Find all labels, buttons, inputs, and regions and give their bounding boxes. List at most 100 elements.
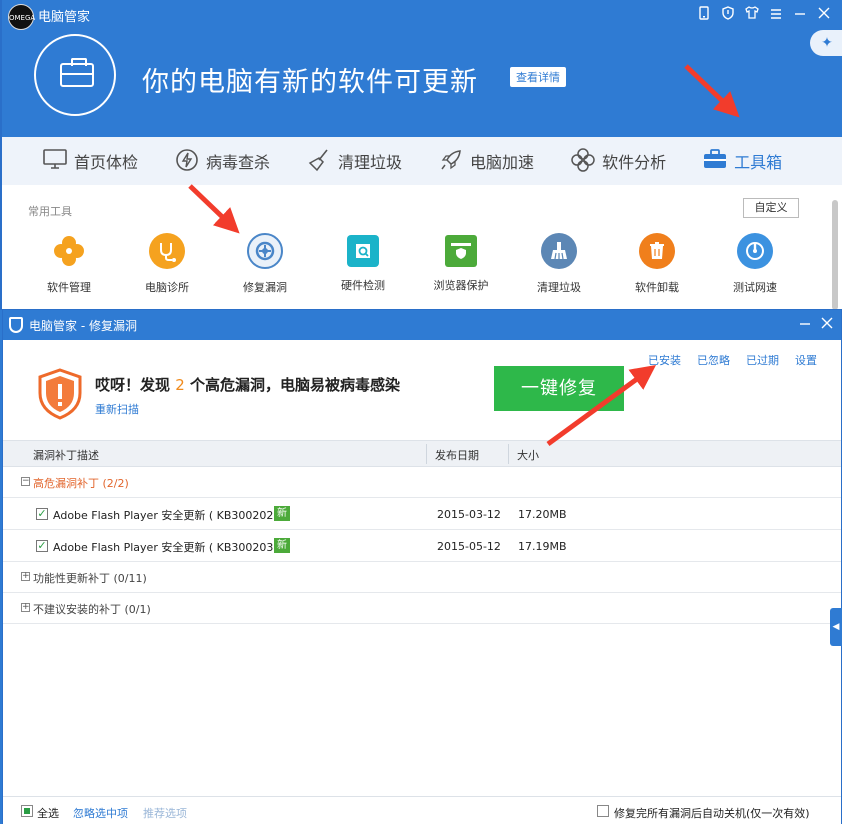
nav-toolbox[interactable]: 工具箱 <box>702 137 782 185</box>
rocket-icon <box>438 148 464 174</box>
nav-home-check[interactable]: 首页体检 <box>42 137 138 185</box>
repair-vulnerability-dialog: 电脑管家 - 修复漏洞 哎呀！发现 2 个高危漏洞，电脑易被病毒感染 重新扫描 … <box>2 309 842 824</box>
tool-repair-vulnerability[interactable]: 修复漏洞 <box>216 233 314 295</box>
auto-shutdown-checkbox[interactable] <box>597 805 609 817</box>
dialog-title: 电脑管家 - 修复漏洞 <box>29 319 137 333</box>
recommended-link[interactable]: 推荐选项 <box>143 805 187 821</box>
group-high-risk[interactable]: − 高危漏洞补丁 (2/2) <box>3 467 841 498</box>
nav-clean-junk[interactable]: 清理垃圾 <box>306 137 402 185</box>
patch-table-header: 漏洞补丁描述 发布日期 大小 <box>3 440 841 467</box>
tool-label: 电脑诊所 <box>145 281 189 294</box>
column-divider <box>426 444 427 464</box>
speed-icon <box>737 233 773 269</box>
tool-uninstall[interactable]: 软件卸载 <box>608 233 706 295</box>
warning-shield-icon <box>37 368 83 420</box>
tool-software-manager[interactable]: 软件管理 <box>20 233 118 295</box>
clover-icon <box>51 233 87 269</box>
auto-shutdown-label[interactable]: 修复完所有漏洞后自动关机(仅一次有效) <box>614 805 810 821</box>
one-click-fix-button[interactable]: 一键修复 <box>494 366 624 411</box>
table-row[interactable]: ✓ Adobe Flash Player 安全更新 ( KB300203 ) 新… <box>3 530 841 562</box>
column-divider <box>508 444 509 464</box>
dialog-footer: 全选 忽略选中项 推荐选项 修复完所有漏洞后自动关机(仅一次有效) <box>3 796 841 824</box>
expand-icon[interactable]: + <box>21 572 30 581</box>
collapse-icon[interactable]: − <box>21 477 30 486</box>
nav-virus-scan[interactable]: 病毒查杀 <box>174 137 270 185</box>
chevron-left-icon: ◀ <box>832 622 840 632</box>
dialog-links: 已安装 已忽略 已过期 设置 <box>648 352 817 368</box>
dialog-title-bar: 电脑管家 - 修复漏洞 <box>3 310 841 340</box>
group-functional-updates[interactable]: + 功能性更新补丁 (0/11) <box>3 562 841 593</box>
shield-icon <box>9 317 23 333</box>
rescan-link[interactable]: 重新扫描 <box>95 401 139 417</box>
select-all-label[interactable]: 全选 <box>37 805 59 821</box>
tools-grid: 软件管理 电脑诊所 修复漏洞 硬件检测 浏览器保护 清理垃圾 软件卸载 测试网速 <box>20 233 804 295</box>
phone-icon[interactable] <box>692 6 716 26</box>
patch-checkbox[interactable]: ✓ <box>36 540 48 552</box>
patch-name: Adobe Flash Player 安全更新 ( KB300202 ) <box>53 509 282 522</box>
close-icon[interactable] <box>812 6 836 26</box>
app-title: 电脑管家 <box>38 10 91 25</box>
view-details-button[interactable]: 查看详情 <box>510 67 566 87</box>
trash-icon <box>639 233 675 269</box>
tool-label: 测试网速 <box>733 281 777 294</box>
section-label: 常用工具 <box>28 205 72 218</box>
tool-clean-junk[interactable]: 清理垃圾 <box>510 233 608 295</box>
titlebar-controls <box>692 6 836 26</box>
chip-icon <box>347 235 379 267</box>
nav-software-analysis[interactable]: 软件分析 <box>570 137 666 185</box>
link-ignored[interactable]: 已忽略 <box>697 352 730 368</box>
patch-size: 17.20MB <box>518 508 567 521</box>
select-all-checkbox[interactable] <box>21 805 33 817</box>
desktop: OMEGA 电脑管家 ✦ 你的电脑有新的软件可更新 查看详情 首页体检 病毒查杀… <box>0 0 842 824</box>
tool-label: 浏览器保护 <box>433 279 489 292</box>
vulnerability-count: 2 <box>175 376 185 394</box>
link-expired[interactable]: 已过期 <box>746 352 779 368</box>
flower-icon <box>570 148 596 174</box>
column-description[interactable]: 漏洞补丁描述 <box>33 447 99 463</box>
tool-label: 硬件检测 <box>341 279 385 292</box>
link-installed[interactable]: 已安装 <box>648 352 681 368</box>
shield-icon[interactable] <box>716 6 740 26</box>
tool-hardware-check[interactable]: 硬件检测 <box>314 233 412 295</box>
shirt-icon[interactable] <box>740 6 764 26</box>
new-badge: 新 <box>274 538 290 553</box>
ignore-selected-link[interactable]: 忽略选中项 <box>73 805 128 821</box>
group-label: 功能性更新补丁 (0/11) <box>33 572 147 585</box>
patch-checkbox[interactable]: ✓ <box>36 508 48 520</box>
tools-panel: 常用工具 自定义 软件管理 电脑诊所 修复漏洞 硬件检测 浏览器保护 清理垃圾 … <box>2 185 842 310</box>
minimize-icon[interactable] <box>799 314 811 338</box>
tool-pc-clinic[interactable]: 电脑诊所 <box>118 233 216 295</box>
broom-icon <box>306 148 332 174</box>
expand-icon[interactable]: + <box>21 603 30 612</box>
patch-date: 2015-05-12 <box>437 540 501 553</box>
nav-label: 病毒查杀 <box>206 153 271 172</box>
nav-label: 工具箱 <box>734 153 783 172</box>
main-nav: 首页体检 病毒查杀 清理垃圾 电脑加速 软件分析 工具箱 <box>2 137 842 185</box>
column-date[interactable]: 发布日期 <box>435 447 479 463</box>
side-collapse-tab[interactable]: ◀ <box>830 608 842 646</box>
menu-icon[interactable] <box>764 6 788 26</box>
tool-browser-protect[interactable]: 浏览器保护 <box>412 233 510 295</box>
app-logo: OMEGA <box>8 4 35 30</box>
tool-speed-test[interactable]: 测试网速 <box>706 233 804 295</box>
title-bar: OMEGA 电脑管家 <box>2 0 842 32</box>
nav-label: 电脑加速 <box>470 153 535 172</box>
close-icon[interactable] <box>821 314 833 338</box>
tool-label: 清理垃圾 <box>537 281 581 294</box>
sparkle-button[interactable]: ✦ <box>810 30 842 56</box>
customize-button[interactable]: 自定义 <box>743 198 799 218</box>
column-size[interactable]: 大小 <box>517 447 539 463</box>
link-settings[interactable]: 设置 <box>795 352 817 368</box>
alert-section: 哎呀！发现 2 个高危漏洞，电脑易被病毒感染 重新扫描 一键修复 已安装 已忽略… <box>3 340 841 440</box>
patch-size: 17.19MB <box>518 540 567 553</box>
sparkle-icon: ✦ <box>821 35 833 51</box>
tools-scrollbar[interactable] <box>832 200 838 310</box>
patch-name: Adobe Flash Player 安全更新 ( KB300203 ) <box>53 541 282 554</box>
stethoscope-icon <box>149 233 185 269</box>
table-row[interactable]: ✓ Adobe Flash Player 安全更新 ( KB300202 ) 新… <box>3 498 841 530</box>
minimize-icon[interactable] <box>788 6 812 26</box>
nav-speed-up[interactable]: 电脑加速 <box>438 137 534 185</box>
group-not-recommended[interactable]: + 不建议安装的补丁 (0/1) <box>3 593 841 624</box>
repair-icon <box>247 233 283 269</box>
toolbox-icon <box>702 148 728 174</box>
